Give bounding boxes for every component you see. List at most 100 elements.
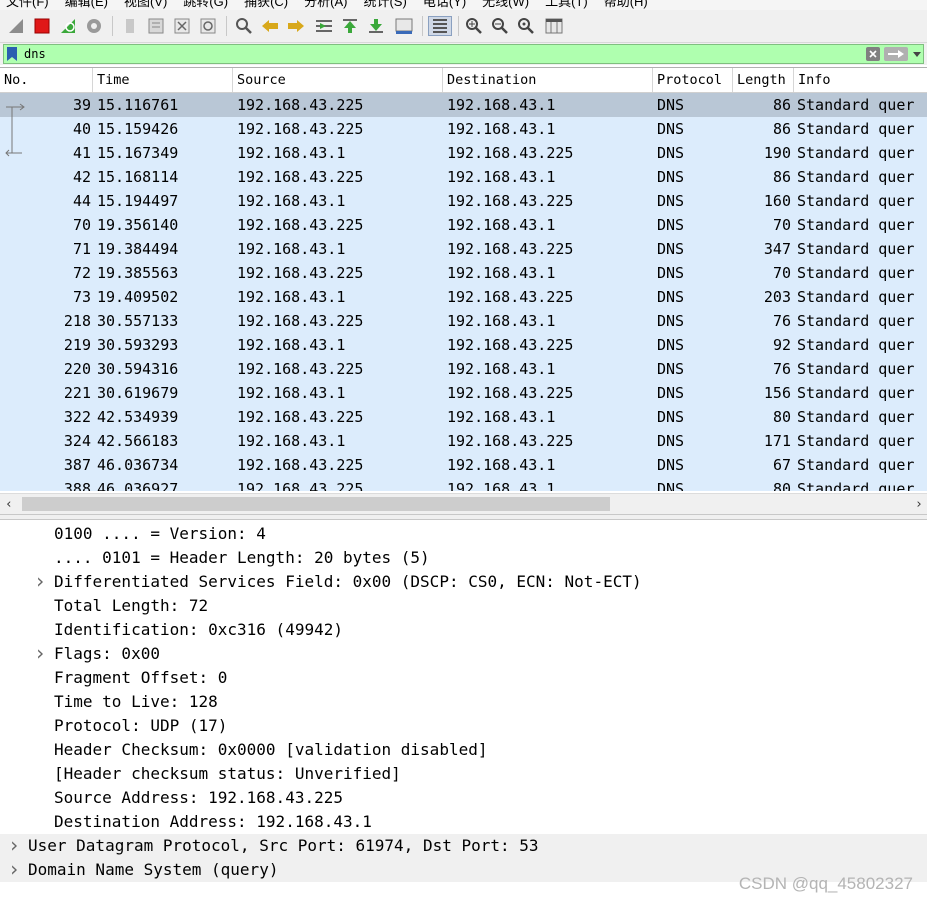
tree-item-field[interactable]: › Flags: 0x00 [0,642,927,666]
tree-item-field[interactable]: Identification: 0xc316 (49942) [0,618,927,642]
scroll-right-icon[interactable]: › [915,497,923,512]
menu-item-4[interactable]: 捕获(C) [244,0,288,10]
column-header-source[interactable]: Source [233,68,443,92]
cell-proto: DNS [657,456,685,474]
table-row[interactable]: 71 19.384494 192.168.43.1 192.168.43.225 DNS… [0,237,927,261]
expand-chevron-icon[interactable]: › [34,570,46,592]
column-header-destination[interactable]: Destination [443,68,653,92]
tree-item-label: Total Length: 72 [54,596,209,615]
resize-columns-icon[interactable] [544,16,564,36]
table-row[interactable]: 44 15.194497 192.168.43.1 192.168.43.225 DNS… [0,189,927,213]
column-header-length[interactable]: Length [733,68,794,92]
restart-capture-icon[interactable] [58,16,78,36]
tree-item-field[interactable]: Protocol: UDP (17) [0,714,927,738]
table-row[interactable]: 388 46.036927 192.168.43.225 192.168.43.1 DN… [0,477,927,491]
zoom-normal-icon[interactable] [516,16,536,36]
zoom-in-icon[interactable] [464,16,484,36]
menu-item-8[interactable]: 无线(W) [482,0,529,10]
column-header-no[interactable]: No. [0,68,93,92]
tree-item-label: Fragment Offset: 0 [54,668,228,687]
go-first-icon[interactable] [340,16,360,36]
display-filter-input[interactable] [24,46,844,62]
table-row[interactable]: 387 46.036734 192.168.43.225 192.168.43.1 DN… [0,453,927,477]
cell-dst: 192.168.43.225 [447,240,574,258]
close-file-icon[interactable] [172,16,192,36]
tree-item-field[interactable]: .... 0101 = Header Length: 20 bytes (5) [0,546,927,570]
table-row[interactable]: 40 15.159426 192.168.43.225 192.168.43.1 DNS… [0,117,927,141]
menu-item-9[interactable]: 工具(T) [545,0,588,10]
scroll-left-icon[interactable]: ‹ [5,497,13,512]
tree-item-label: User Datagram Protocol, Src Port: 61974,… [28,836,539,855]
cell-proto: DNS [657,360,685,378]
colorize-icon[interactable] [428,16,452,36]
cell-proto: DNS [657,432,685,450]
column-header-time[interactable]: Time [93,68,233,92]
display-filter-box [3,44,924,64]
tree-item-field[interactable]: › Differentiated Services Field: 0x00 (DS… [0,570,927,594]
cell-dst: 192.168.43.225 [447,336,574,354]
menu-item-7[interactable]: 电话(Y) [423,0,466,10]
expand-chevron-icon[interactable]: › [8,858,20,880]
table-row[interactable]: 219 30.593293 192.168.43.1 192.168.43.225 DN… [0,333,927,357]
apply-filter-icon[interactable] [884,47,908,61]
column-header-protocol[interactable]: Protocol [653,68,733,92]
table-row[interactable]: 42 15.168114 192.168.43.225 192.168.43.1 DNS… [0,165,927,189]
cell-src: 192.168.43.225 [237,120,364,138]
menu-item-5[interactable]: 分析(A) [304,0,347,10]
cell-len: 80 [772,408,791,426]
tree-item-field[interactable]: Time to Live: 128 [0,690,927,714]
capture-options-icon[interactable] [84,16,104,36]
clear-filter-icon[interactable] [866,47,880,61]
table-row[interactable]: 322 42.534939 192.168.43.225 192.168.43.1 DN… [0,405,927,429]
cell-src: 192.168.43.225 [237,96,364,114]
tree-item-field[interactable]: Source Address: 192.168.43.225 [0,786,927,810]
table-row[interactable]: 221 30.619679 192.168.43.1 192.168.43.225 DN… [0,381,927,405]
packet-list-scrollbar[interactable]: ‹ › [0,493,927,514]
menu-item-1[interactable]: 编辑(E) [65,0,108,10]
table-row[interactable]: 41 15.167349 192.168.43.1 192.168.43.225 DNS… [0,141,927,165]
table-row[interactable]: 324 42.566183 192.168.43.1 192.168.43.225 DN… [0,429,927,453]
table-row[interactable]: 220 30.594316 192.168.43.225 192.168.43.1 DN… [0,357,927,381]
menu-item-6[interactable]: 统计(S) [363,0,406,10]
cell-src: 192.168.43.225 [237,264,364,282]
go-last-icon[interactable] [366,16,386,36]
tree-item-field[interactable]: 0100 .... = Version: 4 [0,522,927,546]
cell-no: 42 [72,168,91,186]
filter-dropdown-icon[interactable] [912,47,922,61]
go-back-icon[interactable] [260,16,280,36]
cell-no: 71 [72,240,91,258]
expand-chevron-icon[interactable]: › [34,642,46,664]
table-row[interactable]: 73 19.409502 192.168.43.1 192.168.43.225 DNS… [0,285,927,309]
shark-fin-start-icon[interactable] [6,16,26,36]
table-row[interactable]: 70 19.356140 192.168.43.225 192.168.43.1 DNS… [0,213,927,237]
tree-item-field[interactable]: [Header checksum status: Unverified] [0,762,927,786]
go-to-packet-icon[interactable] [314,16,334,36]
menu-item-3[interactable]: 跳转(G) [183,0,228,10]
menu-item-2[interactable]: 视图(V) [124,0,167,10]
tree-item-field[interactable]: Header Checksum: 0x0000 [validation disa… [0,738,927,762]
find-packet-icon[interactable] [234,16,254,36]
auto-scroll-icon[interactable] [394,16,414,36]
menu-item-10[interactable]: 帮助(H) [604,0,648,10]
tree-item-protocol[interactable]: › User Datagram Protocol, Src Port: 61974… [0,834,927,858]
menu-item-0[interactable]: 文件(F) [6,0,49,10]
expand-chevron-icon[interactable]: › [8,834,20,856]
save-file-icon[interactable] [146,16,166,36]
column-header-info[interactable]: Info [794,68,927,92]
bookmark-icon[interactable] [6,47,18,61]
tree-item-field[interactable]: Destination Address: 192.168.43.1 [0,810,927,834]
cell-src: 192.168.43.1 [237,192,346,210]
zoom-out-icon[interactable] [490,16,510,36]
tree-item-field[interactable]: Fragment Offset: 0 [0,666,927,690]
cell-no: 388 [63,480,91,491]
reload-file-icon[interactable] [198,16,218,36]
go-forward-icon[interactable] [286,16,306,36]
open-file-icon[interactable] [120,16,140,36]
scrollbar-thumb[interactable] [22,497,610,511]
stop-capture-icon[interactable] [32,16,52,36]
tree-item-label: 0100 .... = Version: 4 [54,524,266,543]
table-row[interactable]: 218 30.557133 192.168.43.225 192.168.43.1 DN… [0,309,927,333]
tree-item-field[interactable]: Total Length: 72 [0,594,927,618]
table-row[interactable]: 72 19.385563 192.168.43.225 192.168.43.1 DNS… [0,261,927,285]
table-row[interactable]: 39 15.116761 192.168.43.225 192.168.43.1 DNS… [0,93,927,117]
